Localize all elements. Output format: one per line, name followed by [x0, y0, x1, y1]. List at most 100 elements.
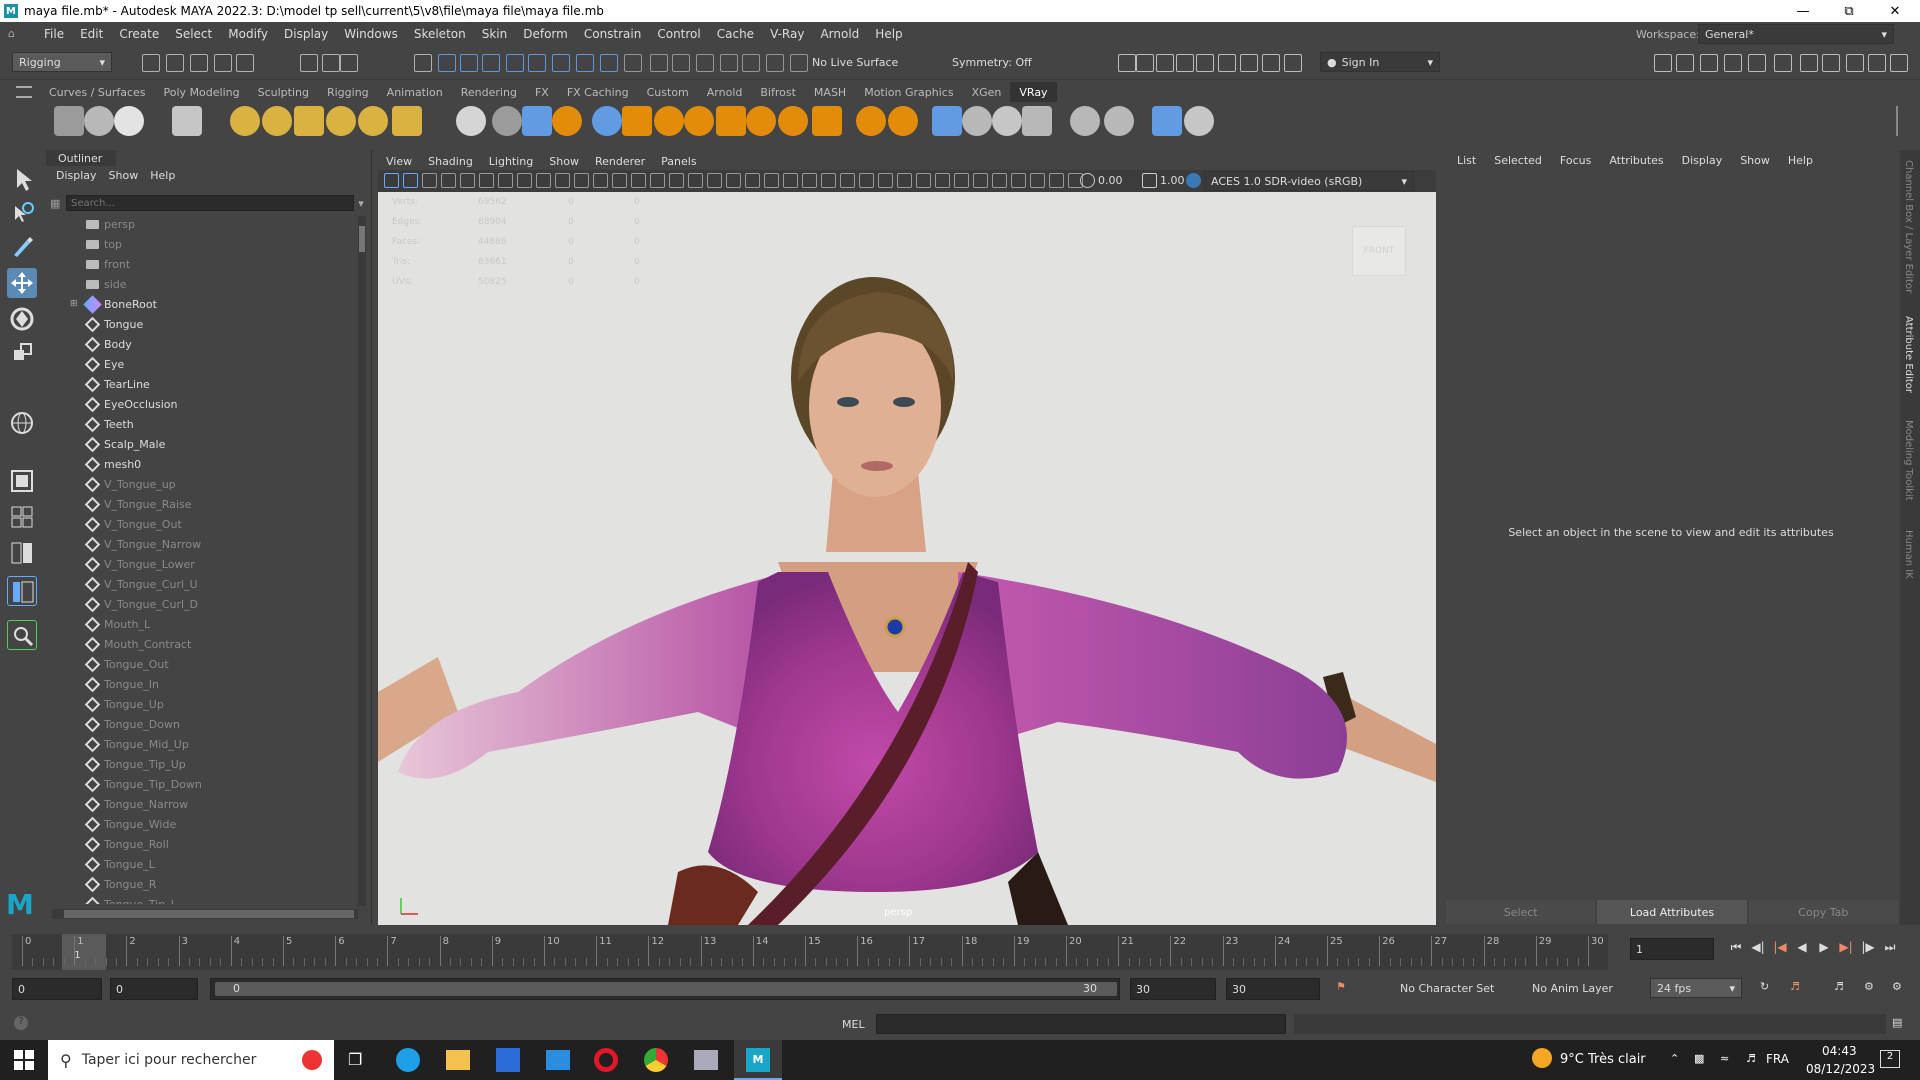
render-tool-icon[interactable] [1118, 54, 1136, 72]
menuset-select[interactable]: Rigging ▾ [12, 52, 112, 72]
outliner-item[interactable]: Tongue_Down [46, 714, 351, 734]
viewport-tool-icon[interactable] [897, 173, 912, 188]
shelf-tool-icon[interactable] [54, 106, 84, 136]
layout-icon[interactable] [1676, 54, 1694, 72]
shelf-tool-icon[interactable] [812, 106, 842, 136]
menu-deform[interactable]: Deform [515, 27, 576, 41]
viewport-tool-icon[interactable] [669, 173, 684, 188]
paint-select-icon[interactable] [7, 232, 37, 262]
outliner-item[interactable]: persp [46, 214, 351, 234]
menu-constrain[interactable]: Constrain [576, 27, 650, 41]
viewport-tool-icon[interactable] [745, 173, 760, 188]
side-tab[interactable]: Attribute Editor [1903, 316, 1914, 393]
shelf-tool-icon[interactable] [114, 106, 144, 136]
layout-icon[interactable] [1654, 54, 1672, 72]
start-time-field[interactable]: 0 [12, 978, 102, 1000]
menu-create[interactable]: Create [111, 27, 167, 41]
outliner-item[interactable]: V_Tongue_up [46, 474, 351, 494]
menu-control[interactable]: Control [649, 27, 708, 41]
chrome-icon[interactable] [644, 1048, 668, 1072]
status-tool-icon[interactable] [482, 54, 500, 72]
color-space-select[interactable]: ACES 1.0 SDR-video (sRGB) ▾ [1204, 171, 1414, 191]
fps-select[interactable]: 24 fps ▾ [1650, 978, 1742, 998]
app-icon[interactable] [694, 1050, 718, 1070]
opera-icon[interactable] [594, 1048, 618, 1072]
go-to-end-icon[interactable]: ⏭ [1882, 940, 1898, 955]
outliner-menu-help[interactable]: Help [150, 169, 175, 182]
shelf-tool-icon[interactable] [592, 106, 622, 136]
viewport-tool-icon[interactable] [878, 173, 893, 188]
minimize-icon[interactable]: — [1780, 0, 1826, 22]
mel-input[interactable] [876, 1014, 1286, 1034]
shelf-tool-icon[interactable] [294, 106, 324, 136]
status-tool-icon[interactable] [166, 54, 184, 72]
status-tool-icon[interactable] [438, 54, 456, 72]
status-tool-icon[interactable] [460, 54, 478, 72]
task-view-icon[interactable]: ❐ [348, 1050, 362, 1069]
mel-label[interactable]: MEL [842, 1018, 865, 1031]
shelf-tab-fxcaching[interactable]: FX Caching [558, 82, 638, 102]
viewport-tool-icon[interactable] [498, 173, 513, 188]
viewport-3d[interactable]: Verts: 69562 0 0 Edges: 88904 0 0 Faces: 44886 0 0 T… [378, 152, 1436, 925]
viewport-tool-icon[interactable] [954, 173, 969, 188]
side-tab[interactable]: Human IK [1903, 530, 1914, 579]
shelf-tool-icon[interactable] [962, 106, 992, 136]
viewport-tool-icon[interactable] [422, 173, 437, 188]
viewport-tool-icon[interactable] [707, 173, 722, 188]
shelf-tool-icon[interactable] [262, 106, 292, 136]
range-bar[interactable]: 0 30 [210, 978, 1120, 1000]
render-tool-icon[interactable] [1176, 54, 1194, 72]
status-tool-icon[interactable] [190, 54, 208, 72]
shelf-tab-polymodeling[interactable]: Poly Modeling [155, 82, 249, 102]
layout-icon[interactable] [1868, 54, 1886, 72]
attr-menu-selected[interactable]: Selected [1485, 154, 1551, 167]
viewport-tool-icon[interactable] [916, 173, 931, 188]
menu-vray[interactable]: V-Ray [762, 27, 812, 41]
attr-menu-attributes[interactable]: Attributes [1600, 154, 1672, 167]
shelf-tool-icon[interactable] [230, 106, 260, 136]
shelf-tool-icon[interactable] [456, 106, 486, 136]
shelf-tool-icon[interactable] [172, 106, 202, 136]
attr-menu-focus[interactable]: Focus [1551, 154, 1600, 167]
close-icon[interactable]: ✕ [1872, 0, 1918, 22]
shelf-tool-icon[interactable] [522, 106, 552, 136]
outliner-item[interactable]: Tongue_Tip_Up [46, 754, 351, 774]
status-tool-icon[interactable] [552, 54, 570, 72]
viewport-tool-icon[interactable] [593, 173, 608, 188]
shelf-tab-xgen[interactable]: XGen [963, 82, 1011, 102]
clock-time[interactable]: 04:43 [1822, 1044, 1857, 1058]
viewport-tool-icon[interactable] [726, 173, 741, 188]
outliner-item[interactable]: Tongue_Roll [46, 834, 351, 854]
shelf-menu-icon[interactable] [16, 86, 32, 98]
status-tool-icon[interactable] [576, 54, 594, 72]
network-icon[interactable]: ▩ [1694, 1052, 1704, 1065]
side-tab[interactable]: Modeling Toolkit [1903, 420, 1914, 501]
viewport-tool-icon[interactable] [1030, 173, 1045, 188]
render-tool-icon[interactable] [1262, 54, 1280, 72]
outliner-item[interactable]: side [46, 274, 351, 294]
outliner-item[interactable]: Tongue_Mid_Up [46, 734, 351, 754]
menu-select[interactable]: Select [167, 27, 220, 41]
side-tab[interactable]: Channel Box / Layer Editor [1903, 160, 1914, 293]
attr-copy-tab-button[interactable]: Copy Tab [1748, 900, 1898, 924]
shelf-tab-custom[interactable]: Custom [638, 82, 698, 102]
outliner-item[interactable]: V_Tongue_Out [46, 514, 351, 534]
viewport-tool-icon[interactable] [783, 173, 798, 188]
loop-icon[interactable]: ↻ [1760, 980, 1769, 993]
outliner-item[interactable]: Tongue_Tip_Down [46, 774, 351, 794]
lasso-tool-icon[interactable] [7, 198, 37, 228]
menu-modify[interactable]: Modify [220, 27, 276, 41]
two-pane-icon[interactable] [7, 538, 37, 568]
weather-text[interactable]: 9°C Très clair [1560, 1052, 1646, 1067]
sound-icon[interactable]: ♬ [1790, 980, 1800, 993]
shelf-tab-vray[interactable]: VRay [1010, 82, 1057, 102]
shelf-tool-icon[interactable] [992, 106, 1022, 136]
shelf-tab-animation[interactable]: Animation [378, 82, 452, 102]
step-back-key-icon[interactable]: ◀| [1750, 940, 1766, 955]
single-pane-icon[interactable] [7, 466, 37, 496]
viewport-tool-icon[interactable] [574, 173, 589, 188]
workspace-select[interactable]: General* ▾ [1698, 24, 1894, 44]
layout-icon[interactable] [1890, 54, 1908, 72]
end-time-field[interactable]: 30 [1130, 978, 1216, 1000]
taskbar-search[interactable]: ⚲ Taper ici pour rechercher [48, 1040, 334, 1080]
